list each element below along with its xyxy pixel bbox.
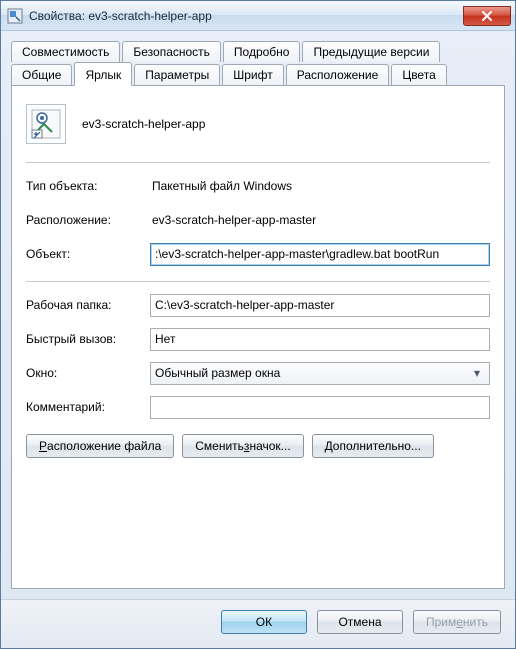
- app-header: ev3-scratch-helper-app: [26, 100, 490, 160]
- app-icon-small: [7, 8, 23, 24]
- divider: [26, 281, 490, 282]
- tab-security[interactable]: Безопасность: [122, 41, 221, 62]
- tab-panel-shortcut: ev3-scratch-helper-app Тип объекта: Паке…: [11, 85, 505, 589]
- action-button-row: Расположение файла Сменить значок... Доп…: [26, 434, 490, 458]
- ok-button[interactable]: ОК: [221, 610, 307, 634]
- chevron-down-icon: ▾: [469, 366, 485, 380]
- target-input[interactable]: [150, 243, 490, 266]
- dialog-footer: ОК Отмена Применить: [1, 599, 515, 648]
- tab-compatibility[interactable]: Совместимость: [11, 41, 120, 62]
- tab-strip: Совместимость Безопасность Подробно Пред…: [11, 39, 505, 85]
- tab-options[interactable]: Параметры: [134, 64, 220, 85]
- app-name-label: ev3-scratch-helper-app: [82, 117, 205, 131]
- tab-layout[interactable]: Расположение: [286, 64, 390, 85]
- shortcut-icon: [26, 104, 66, 144]
- tab-shortcut[interactable]: Ярлык: [74, 62, 132, 86]
- content-area: Совместимость Безопасность Подробно Пред…: [1, 31, 515, 599]
- advanced-button[interactable]: Дополнительно...: [312, 434, 434, 458]
- hotkey-label: Быстрый вызов:: [26, 332, 150, 346]
- cancel-button[interactable]: Отмена: [317, 610, 403, 634]
- type-value: Пакетный файл Windows: [150, 179, 490, 193]
- hotkey-input[interactable]: [150, 328, 490, 351]
- workdir-label: Рабочая папка:: [26, 298, 150, 312]
- workdir-input[interactable]: [150, 294, 490, 317]
- close-button[interactable]: [463, 6, 511, 26]
- window-mode-select[interactable]: Обычный размер окна ▾: [150, 362, 490, 385]
- location-value: ev3-scratch-helper-app-master: [150, 213, 490, 227]
- file-location-button[interactable]: Расположение файла: [26, 434, 174, 458]
- target-label: Объект:: [26, 247, 150, 261]
- apply-button: Применить: [413, 610, 501, 634]
- tab-details[interactable]: Подробно: [223, 41, 301, 62]
- tab-colors[interactable]: Цвета: [391, 64, 446, 85]
- tab-general[interactable]: Общие: [11, 64, 72, 85]
- tab-font[interactable]: Шрифт: [222, 64, 283, 85]
- window-mode-label: Окно:: [26, 366, 150, 380]
- tab-previous-versions[interactable]: Предыдущие версии: [302, 41, 440, 62]
- titlebar[interactable]: Свойства: ev3-scratch-helper-app: [1, 1, 515, 31]
- location-label: Расположение:: [26, 213, 150, 227]
- window-mode-value: Обычный размер окна: [155, 366, 280, 380]
- window-title: Свойства: ev3-scratch-helper-app: [29, 9, 463, 23]
- comment-label: Комментарий:: [26, 400, 150, 414]
- change-icon-button[interactable]: Сменить значок...: [182, 434, 303, 458]
- comment-input[interactable]: [150, 396, 490, 419]
- properties-window: Свойства: ev3-scratch-helper-app Совмест…: [0, 0, 516, 649]
- close-icon: [481, 10, 493, 22]
- divider: [26, 162, 490, 163]
- type-label: Тип объекта:: [26, 179, 150, 193]
